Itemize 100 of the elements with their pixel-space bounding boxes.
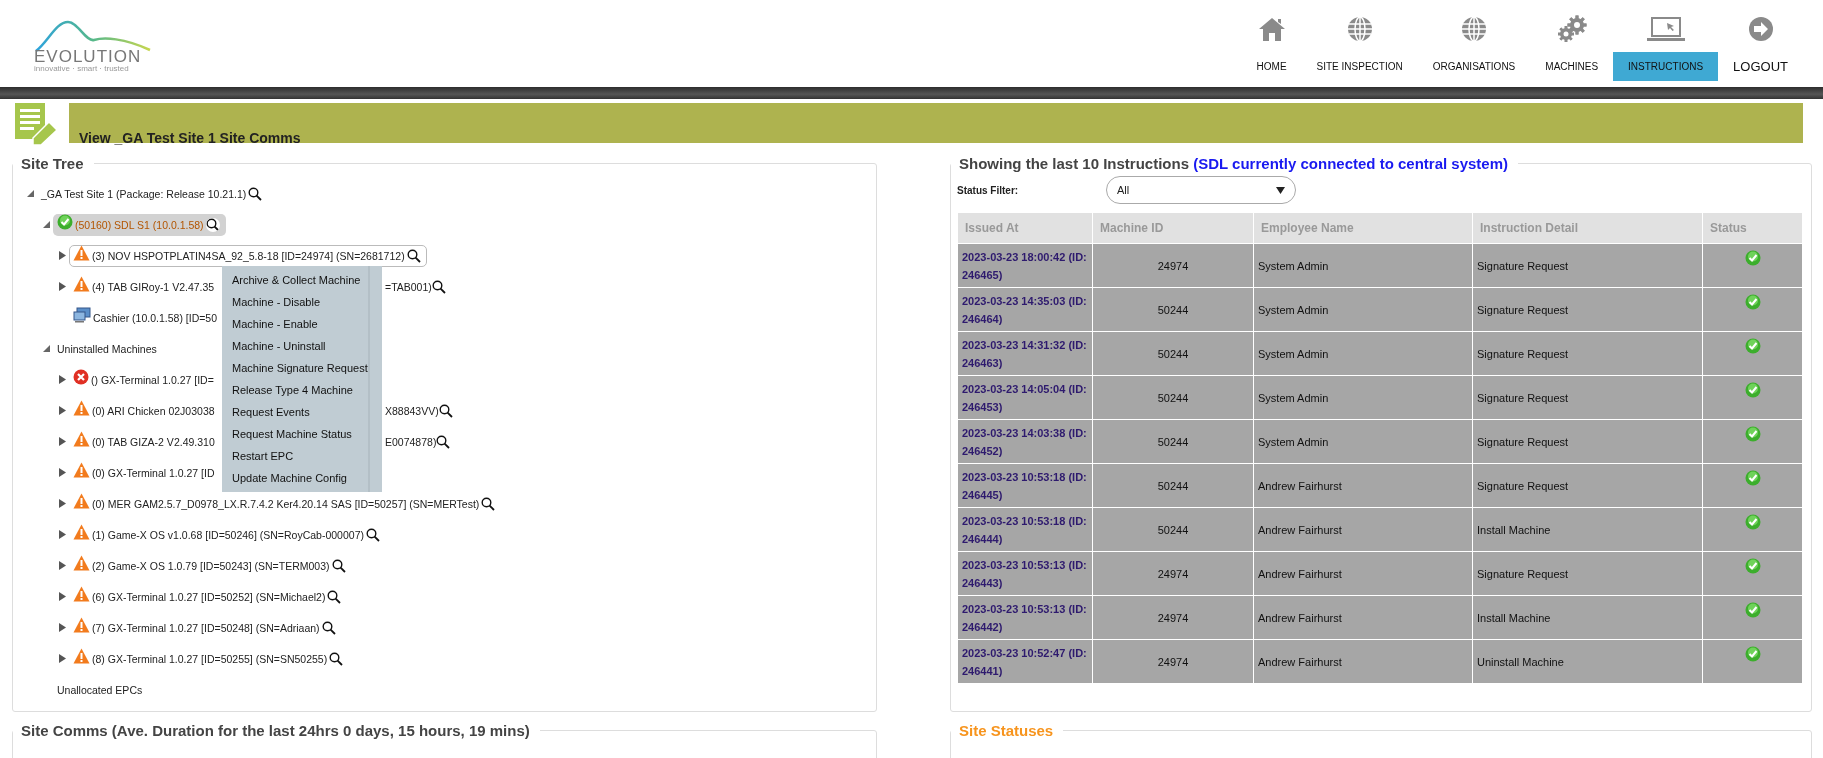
collapsed-arrow-icon[interactable]	[58, 282, 66, 291]
table-cell: Install Machine	[1472, 507, 1703, 552]
search-icon[interactable]	[481, 496, 496, 511]
collapsed-arrow-icon[interactable]	[58, 623, 66, 632]
computer-icon	[73, 307, 91, 323]
collapsed-arrow-icon[interactable]	[58, 251, 66, 260]
menu-item[interactable]: Machine - Enable	[222, 313, 370, 335]
tree-node[interactable]: (3) NOV HSPOTPLATIN4SA_92_5.8-18 [ID=24974] (SN=2681712)	[69, 244, 427, 267]
search-icon[interactable]	[205, 217, 220, 232]
tree-node[interactable]: (0) MER GAM2.5.7_D0978_LX.R.7.4.2 Ker4.20.14 SAS [ID=50257] (SN=MERTest)	[69, 492, 502, 515]
warning-icon	[73, 493, 90, 509]
tree-node[interactable]: Unallocated EPCs	[53, 679, 149, 700]
collapsed-arrow-icon[interactable]	[58, 406, 66, 415]
warning-icon	[73, 431, 90, 447]
warning-icon	[73, 555, 90, 571]
tree-node[interactable]: Cashier (10.0.1.58) [ID=50	[69, 307, 224, 328]
globe-icon	[1460, 15, 1488, 43]
expanded-arrow-icon[interactable]	[42, 221, 50, 228]
table-cell: Signature Request	[1472, 243, 1703, 288]
tree-node[interactable]: _GA Test Site 1 (Package: Release 10.21.1)	[37, 182, 269, 205]
search-icon[interactable]	[327, 589, 342, 604]
collapsed-arrow-icon[interactable]	[58, 375, 66, 384]
check-icon	[1744, 382, 1761, 398]
search-icon[interactable]	[321, 620, 336, 635]
document-pencil-icon	[13, 102, 59, 146]
check-icon	[1744, 426, 1761, 442]
check-icon	[1744, 558, 1761, 574]
warning-icon	[73, 586, 90, 602]
logout-link[interactable]: LOGOUT	[1718, 52, 1803, 81]
table-cell: Signature Request	[1472, 375, 1703, 420]
table-cell: 50244	[1092, 375, 1254, 420]
collapsed-arrow-icon[interactable]	[58, 654, 66, 663]
collapsed-arrow-icon[interactable]	[58, 468, 66, 477]
column-header: Status	[1702, 212, 1803, 244]
page-title: View _GA Test Site 1 Site Comms	[79, 130, 301, 146]
collapsed-arrow-icon[interactable]	[58, 499, 66, 508]
table-cell: Uninstall Machine	[1472, 639, 1703, 684]
tree-node[interactable]: (6) GX-Terminal 1.0.27 [ID=50252] (SN=Michael2)	[69, 585, 348, 608]
table-cell: Signature Request	[1472, 551, 1703, 596]
collapsed-arrow-icon[interactable]	[58, 592, 66, 601]
check-icon	[1744, 514, 1761, 530]
tree-node[interactable]: (7) GX-Terminal 1.0.27 [ID=50248] (SN=Adriaan)	[69, 616, 342, 639]
arrow-right-icon	[1747, 16, 1774, 42]
logo-tagline: innovative · smart · trusted	[34, 65, 130, 73]
logo-wave-icon	[34, 20, 152, 52]
tree-node[interactable]: (8) GX-Terminal 1.0.27 [ID=50255] (SN=SN50255)	[69, 647, 350, 670]
search-icon[interactable]	[438, 403, 453, 418]
collapsed-arrow-icon[interactable]	[58, 437, 66, 446]
tree-node-text: =TAB001)	[385, 280, 432, 293]
menu-item[interactable]: Machine Signature Request	[222, 357, 370, 379]
table-cell: 24974	[1092, 243, 1254, 288]
menu-item[interactable]: Machine - Uninstall	[222, 335, 370, 357]
tree-node-text: X88843VV)	[385, 404, 439, 417]
menu-item[interactable]: Update Machine Config	[222, 467, 370, 489]
check-icon	[1744, 470, 1761, 486]
table-cell: 2023-03-23 14:35:03 (ID: 246464)	[957, 287, 1093, 332]
column-header: Instruction Detail	[1472, 212, 1703, 244]
table-cell: 2023-03-23 10:53:18 (ID: 246444)	[957, 507, 1093, 552]
expanded-arrow-icon[interactable]	[26, 190, 34, 197]
table-cell: 2023-03-23 10:53:13 (ID: 246442)	[957, 595, 1093, 640]
panel-title: Showing the last 10 Instructions (SDL currently connected to central system)	[958, 155, 1510, 172]
search-icon[interactable]	[329, 651, 344, 666]
menu-item[interactable]: Release Type 4 Machine	[222, 379, 370, 401]
collapsed-arrow-icon[interactable]	[58, 530, 66, 539]
table-cell: Andrew Fairhurst	[1253, 551, 1473, 596]
tree-node[interactable]: () GX-Terminal 1.0.27 [ID=	[69, 369, 220, 390]
dropdown-arrow-icon	[1276, 186, 1285, 194]
nav-tab[interactable]: HOME	[1241, 52, 1302, 81]
search-icon[interactable]	[331, 558, 346, 573]
nav-tab[interactable]: ORGANISATIONS	[1417, 52, 1531, 81]
table-cell: 24974	[1092, 551, 1254, 596]
tree-node-text: E0074878)	[385, 435, 437, 448]
status-filter-dropdown[interactable]: All	[1106, 176, 1296, 204]
table-cell: Andrew Fairhurst	[1253, 507, 1473, 552]
globe-icon	[1345, 15, 1374, 43]
tree-node[interactable]: (1) Game-X OS v1.0.68 [ID=50246] (SN=RoyCab-000007)	[69, 523, 386, 546]
search-icon[interactable]	[431, 279, 446, 294]
tree-node[interactable]: Uninstalled Machines	[53, 338, 163, 359]
laptop-icon	[1645, 16, 1686, 42]
filter-label: Status Filter:	[957, 184, 1020, 196]
check-icon	[1744, 250, 1761, 266]
table-cell: System Admin	[1253, 331, 1473, 376]
search-icon[interactable]	[406, 248, 421, 263]
nav-tab[interactable]: MACHINES	[1530, 52, 1614, 81]
table-cell: 2023-03-23 10:52:47 (ID: 246441)	[957, 639, 1093, 684]
collapsed-arrow-icon[interactable]	[58, 561, 66, 570]
tree-node[interactable]: (2) Game-X OS 1.0.79 [ID=50243] (SN=TERM003)	[69, 554, 352, 577]
expanded-arrow-icon[interactable]	[42, 345, 50, 352]
column-header: Machine ID	[1092, 212, 1254, 244]
warning-icon	[73, 276, 90, 292]
table-cell: System Admin	[1253, 375, 1473, 420]
table-cell: Signature Request	[1472, 463, 1703, 508]
tree-node[interactable]: (0) GX-Terminal 1.0.27 [ID	[69, 462, 221, 483]
nav-tab[interactable]: INSTRUCTIONS	[1613, 52, 1719, 81]
search-icon[interactable]	[436, 434, 451, 449]
gears-icon	[1555, 15, 1588, 43]
table-cell: 50244	[1092, 419, 1254, 464]
search-icon[interactable]	[248, 186, 263, 201]
search-icon[interactable]	[366, 527, 380, 542]
nav-tab[interactable]: SITE INSPECTION	[1301, 52, 1418, 81]
